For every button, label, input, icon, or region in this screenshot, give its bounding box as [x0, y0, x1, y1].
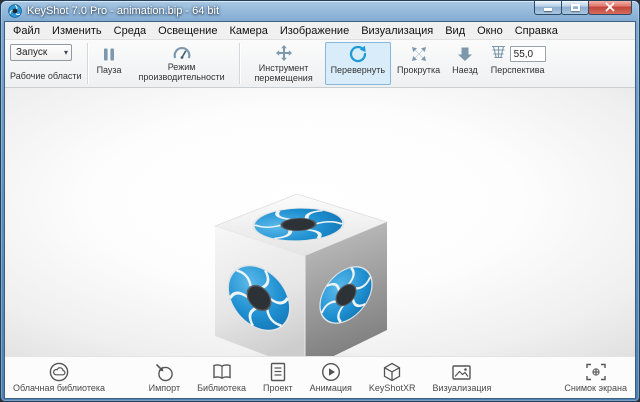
window-title: KeyShot 7.0 Pro - animation.bip - 64 bit [27, 5, 219, 17]
menu-item-render[interactable]: Визуализация [355, 24, 439, 38]
cloud-icon [48, 362, 70, 382]
diagonal-arrows-icon [411, 45, 427, 63]
window-controls [535, 0, 632, 15]
document-list-icon [269, 362, 287, 382]
screenshot-label: Снимок экрана [564, 383, 627, 393]
render-button[interactable]: Визуализация [432, 362, 491, 393]
perspective-group: Перспектива [484, 42, 552, 85]
arrow-down-icon [457, 45, 473, 63]
render-label: Визуализация [432, 383, 491, 393]
bottombar-right: Снимок экрана [491, 362, 627, 393]
screenshot-crop-icon [585, 362, 607, 382]
flip-rotate-icon [349, 45, 367, 63]
move-arrows-icon [276, 45, 292, 61]
performance-mode-button[interactable]: Режим производительности [128, 42, 236, 85]
library-button[interactable]: Библиотека [197, 362, 246, 393]
workspace-group: Запуск ▾ Рабочие области [8, 42, 84, 81]
toolbar-separator [87, 43, 88, 84]
bottombar-center: Импорт Библиотека [149, 362, 492, 393]
render-image-icon [451, 362, 472, 382]
animation-button[interactable]: Анимация [310, 362, 352, 393]
keyshot-window: KeyShot 7.0 Pro - animation.bip - 64 bit… [0, 0, 640, 402]
pause-label: Пауза [97, 65, 122, 75]
performance-mode-label: Режим производительности [134, 62, 230, 83]
pause-icon [102, 45, 116, 63]
play-circle-icon [321, 362, 341, 382]
animation-label: Анимация [310, 383, 352, 393]
pause-button[interactable]: Пауза [91, 42, 128, 85]
chevron-down-icon: ▾ [64, 48, 68, 57]
menu-item-view[interactable]: Вид [439, 24, 471, 38]
flip-label: Перевернуть [331, 65, 385, 75]
close-icon [605, 2, 615, 12]
keyshotxr-button[interactable]: KeyShotXR [369, 362, 416, 393]
workspace-select[interactable]: Запуск ▾ [10, 44, 72, 61]
cloud-library-button[interactable]: Облачная библиотека [13, 362, 105, 393]
minimize-icon [544, 8, 552, 11]
maximize-icon [571, 4, 580, 11]
move-tool-button[interactable]: Инструмент перемещения [243, 42, 325, 85]
project-label: Проект [263, 383, 293, 393]
cube-icon [382, 362, 402, 382]
menu-item-environment[interactable]: Среда [108, 24, 152, 38]
client-area: Файл Изменить Среда Освещение Камера Изо… [4, 21, 636, 399]
screenshot-button[interactable]: Снимок экрана [564, 362, 627, 393]
minimize-button[interactable] [534, 0, 562, 15]
scroll-label: Прокрутка [397, 65, 440, 75]
perspective-input[interactable] [510, 46, 546, 62]
workspace-caption: Рабочие области [10, 71, 82, 81]
import-button[interactable]: Импорт [149, 362, 180, 393]
cloud-library-label: Облачная библиотека [13, 383, 105, 393]
flip-button[interactable]: Перевернуть [325, 42, 391, 85]
book-icon [211, 362, 233, 382]
menu-item-window[interactable]: Окно [471, 24, 509, 38]
performance-gauge-icon [173, 45, 191, 60]
perspective-label: Перспектива [491, 65, 545, 75]
bottombar-left: Облачная библиотека [13, 362, 149, 393]
close-button[interactable] [588, 0, 632, 15]
keyshot-logo-icon [8, 4, 22, 18]
menu-item-lighting[interactable]: Освещение [152, 24, 223, 38]
titlebar[interactable]: KeyShot 7.0 Pro - animation.bip - 64 bit [4, 1, 636, 21]
cube-model[interactable] [201, 174, 401, 356]
perspective-grid-icon [490, 45, 507, 64]
maximize-button[interactable] [561, 0, 589, 15]
menu-item-edit[interactable]: Изменить [46, 24, 108, 38]
menu-item-camera[interactable]: Камера [223, 24, 273, 38]
toolbar-separator [239, 43, 240, 84]
viewport-3d[interactable] [5, 88, 635, 356]
menu-item-help[interactable]: Справка [509, 24, 564, 38]
scroll-button[interactable]: Прокрутка [391, 42, 446, 85]
keyshotxr-label: KeyShotXR [369, 383, 416, 393]
project-button[interactable]: Проект [263, 362, 293, 393]
import-icon [154, 362, 174, 382]
menu-item-image[interactable]: Изображение [274, 24, 355, 38]
import-label: Импорт [149, 383, 180, 393]
dolly-button[interactable]: Наезд [446, 42, 484, 85]
bottombar: Облачная библиотека Импорт [5, 356, 635, 398]
toolbar: Запуск ▾ Рабочие области Пауза [5, 40, 635, 88]
library-label: Библиотека [197, 383, 246, 393]
dolly-label: Наезд [452, 65, 478, 75]
move-tool-label: Инструмент перемещения [249, 63, 319, 84]
menu-item-file[interactable]: Файл [7, 24, 46, 38]
workspace-value: Запуск [16, 47, 47, 58]
menubar: Файл Изменить Среда Освещение Камера Изо… [5, 22, 635, 40]
